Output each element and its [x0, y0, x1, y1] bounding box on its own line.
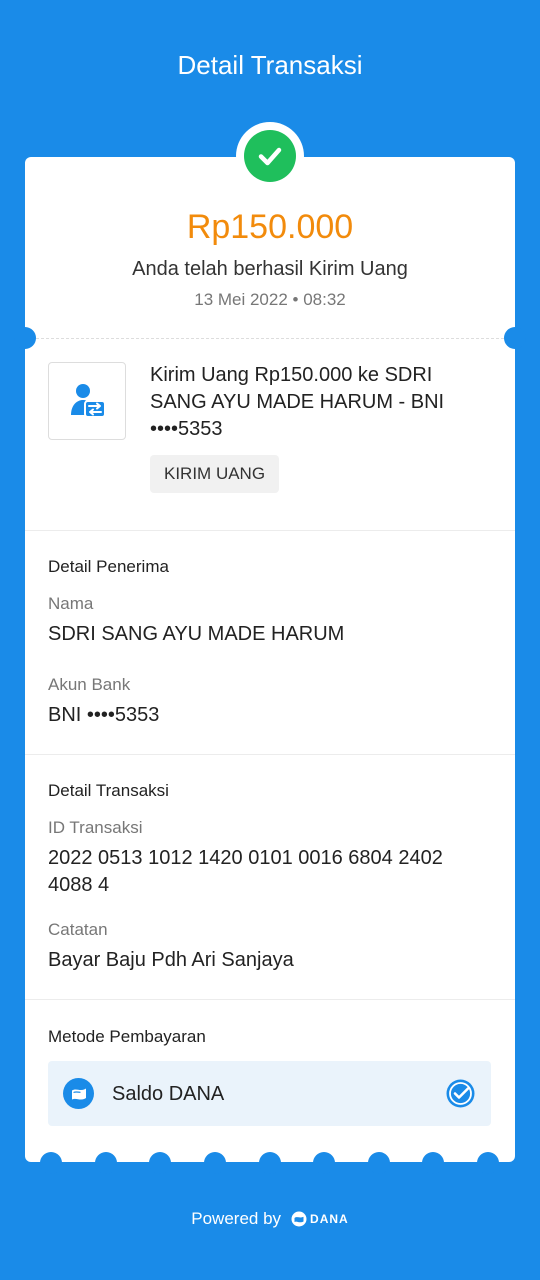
recipient-name-value: SDRI SANG AYU MADE HARUM: [48, 623, 345, 645]
transaction-amount: Rp150.000: [186, 208, 354, 246]
payment-section-title: Metode Pembayaran: [48, 1027, 206, 1046]
details-section-title: Detail Transaksi: [48, 781, 169, 800]
recipient-name-label: Nama: [48, 594, 94, 613]
transaction-id-label: ID Transaksi: [48, 818, 143, 837]
ticket-scallop: [259, 1152, 281, 1174]
success-check-icon: [244, 130, 296, 182]
dana-logo-text: DANA: [310, 1212, 349, 1226]
ticket-notch-right: [504, 327, 526, 349]
ticket-scallop: [368, 1152, 390, 1174]
check-badge-icon: [445, 1078, 476, 1109]
dana-logo-icon: [291, 1211, 307, 1227]
ticket-scallop: [313, 1152, 335, 1174]
dana-logo: DANA: [291, 1207, 349, 1231]
ticket-scallop: [477, 1152, 499, 1174]
note-label: Catatan: [48, 920, 108, 939]
note-value: Bayar Baju Pdh Ari Sanjaya: [48, 949, 294, 971]
section-divider: [25, 530, 515, 531]
ticket-scallop: [149, 1152, 171, 1174]
ticket-notch-left: [14, 327, 36, 349]
ticket-scallop: [95, 1152, 117, 1174]
recipient-bank-value: BNI ••••5353: [48, 704, 160, 726]
powered-by-text: Powered by: [191, 1209, 282, 1228]
ticket-scallop: [422, 1152, 444, 1174]
transaction-status: Anda telah berhasil Kirim Uang: [132, 258, 408, 280]
ticket-scallop: [204, 1152, 226, 1174]
transaction-description: Kirim Uang Rp150.000 ke SDRI SANG AYU MA…: [150, 364, 445, 440]
page-title: Detail Transaksi: [177, 50, 363, 80]
success-badge: [236, 122, 304, 190]
payment-method-option[interactable]: Saldo DANA: [48, 1061, 491, 1126]
recipient-section-title: Detail Penerima: [48, 557, 169, 576]
section-divider: [25, 999, 515, 1000]
transaction-id-value: 2022 0513 1012 1420 0101 0016 6804 2402 …: [48, 847, 443, 896]
recipient-bank-label: Akun Bank: [48, 675, 131, 694]
transfer-person-icon: [48, 362, 126, 440]
transaction-datetime: 13 Mei 2022 • 08:32: [194, 290, 346, 309]
ticket-tear-line: [36, 338, 504, 339]
footer: Powered by DANA: [0, 1207, 540, 1231]
wallet-icon: [63, 1078, 94, 1109]
payment-method-label: Saldo DANA: [112, 1083, 225, 1105]
transaction-type-tag: KIRIM UANG: [150, 455, 280, 493]
ticket-scallop: [40, 1152, 62, 1174]
section-divider: [25, 754, 515, 755]
